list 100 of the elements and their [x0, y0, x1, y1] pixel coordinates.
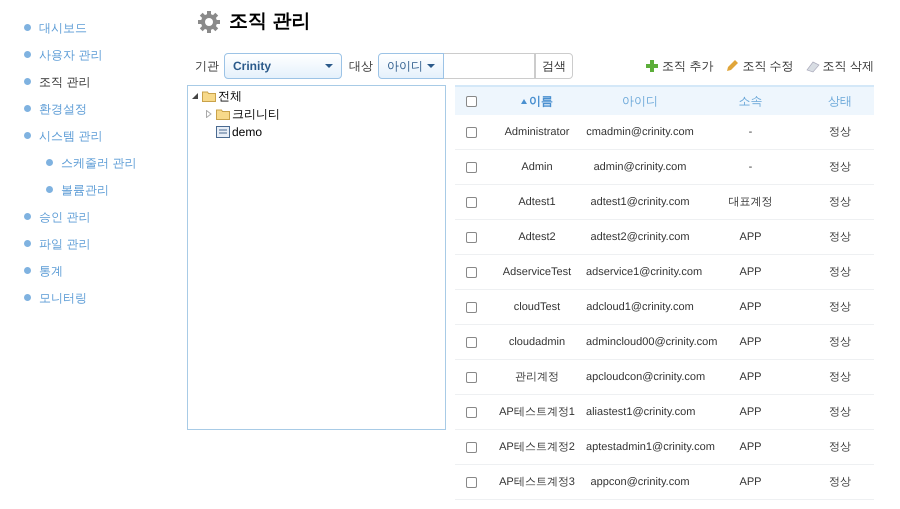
table-cell: - — [748, 160, 752, 173]
table-cell: aptestadmin1@crinity.com — [586, 440, 715, 453]
table-cell: adtest2@crinity.com — [590, 230, 690, 243]
table-cell: adcloud1@crinity.com — [586, 300, 694, 313]
checkbox[interactable] — [466, 406, 477, 418]
action-button[interactable]: 조직 삭제 — [806, 57, 874, 75]
checkbox[interactable] — [466, 336, 477, 348]
search-button[interactable]: 검색 — [535, 53, 573, 79]
table-cell: APP — [739, 230, 762, 243]
table-cell: 정상 — [829, 476, 851, 488]
column-header[interactable]: 상태 — [828, 92, 852, 110]
sidebar-item[interactable]: 사용자 관리 — [39, 46, 102, 64]
tree-item[interactable]: 전체 — [218, 87, 242, 105]
sidebar-item[interactable]: 모니터링 — [39, 288, 87, 306]
checkbox[interactable] — [466, 162, 477, 172]
list-icon — [216, 126, 230, 138]
table-cell: apcloudcon@crinity.com — [586, 370, 706, 383]
checkbox[interactable] — [466, 96, 477, 106]
sidebar-item[interactable]: 파일 관리 — [39, 234, 90, 252]
page-title: 조직 관리 — [229, 10, 310, 34]
checkbox[interactable] — [466, 266, 477, 278]
table-cell: Admin — [521, 160, 553, 173]
plus-icon — [644, 59, 659, 73]
table-cell: cloudTest — [514, 300, 560, 313]
eraser-icon — [806, 59, 820, 73]
table-cell: - — [748, 126, 752, 138]
table-cell: APP — [739, 370, 762, 383]
action-button[interactable]: 조직 수정 — [725, 57, 794, 75]
bullet-icon — [24, 267, 31, 274]
column-header[interactable]: 소속 — [738, 92, 762, 110]
sidebar-item[interactable]: 승인 관리 — [39, 208, 90, 226]
table-cell: cmadmin@crinity.com — [586, 126, 694, 138]
checkbox[interactable] — [466, 126, 477, 138]
folder-icon — [202, 90, 216, 102]
bullet-icon — [24, 24, 31, 31]
table-cell: APP — [739, 476, 762, 488]
checkbox[interactable] — [466, 476, 477, 488]
action-button[interactable]: 조직 추가 — [644, 57, 714, 75]
bullet-icon — [24, 240, 31, 247]
checkbox[interactable] — [466, 196, 477, 208]
tree-item[interactable]: demo — [232, 123, 262, 141]
table-cell: appcon@crinity.com — [590, 476, 690, 488]
table-cell: AP테스트계정1 — [499, 406, 575, 418]
sidebar-item[interactable]: 조직 관리 — [39, 72, 90, 90]
table-cell: APP — [739, 336, 762, 348]
sidebar-item[interactable]: 스케줄러 관리 — [61, 154, 136, 172]
table-cell: 정상 — [829, 336, 851, 348]
table-cell: aliastest1@crinity.com — [586, 406, 696, 418]
sort-arrow-icon — [521, 98, 527, 104]
table-cell: admin@crinity.com — [594, 160, 686, 173]
table-cell: Adtest2 — [518, 230, 556, 243]
bullet-icon — [46, 186, 53, 193]
table-cell: 정상 — [829, 230, 851, 243]
table-cell: admincloud00@crinity.com — [586, 336, 718, 348]
table-cell: adtest1@crinity.com — [590, 196, 690, 208]
org-dropdown[interactable]: Crinity — [224, 53, 342, 79]
table-cell: APP — [739, 440, 762, 453]
column-header[interactable]: 이름 — [529, 92, 553, 110]
table-cell: Adtest1 — [518, 196, 556, 208]
table-cell: 관리계정 — [515, 370, 559, 383]
table-cell: 정상 — [829, 370, 851, 383]
checkbox[interactable] — [466, 302, 477, 312]
table-cell: Administrator — [504, 126, 570, 138]
table-cell: 정상 — [829, 266, 851, 278]
sidebar-item[interactable]: 볼륨관리 — [61, 180, 109, 198]
table-cell: 정상 — [829, 160, 851, 173]
table-cell: 대표계정 — [728, 196, 772, 208]
folder-icon — [216, 108, 230, 120]
sidebar-item[interactable]: 시스템 관리 — [39, 126, 102, 144]
table-cell: 정상 — [829, 406, 851, 418]
bullet-icon — [24, 105, 31, 112]
target-dropdown[interactable]: 아이디 — [378, 53, 444, 79]
sidebar-item[interactable]: 환경설정 — [39, 100, 87, 118]
table-cell: 정상 — [829, 300, 851, 313]
table-cell: AdserviceTest — [502, 266, 572, 278]
sidebar-item[interactable]: 대시보드 — [39, 18, 87, 36]
sidebar-item[interactable]: 통계 — [39, 262, 63, 280]
bullet-icon — [24, 51, 31, 58]
tree-item[interactable]: 크리니티 — [232, 105, 280, 123]
column-header[interactable]: 아이디 — [622, 92, 658, 110]
target-label: 대상 — [349, 58, 373, 75]
checkbox[interactable] — [466, 442, 477, 452]
org-label: 기관 — [195, 58, 219, 75]
bullet-icon — [46, 159, 53, 166]
bullet-icon — [24, 78, 31, 85]
table-cell: AP테스트계정3 — [499, 476, 575, 488]
table-cell: 정상 — [829, 440, 851, 453]
bullet-icon — [24, 213, 31, 220]
table-cell: cloudadmin — [508, 336, 566, 348]
pencil-icon — [725, 59, 740, 73]
bullet-icon — [24, 294, 31, 301]
table-cell: AP테스트계정2 — [499, 440, 575, 453]
table-cell: APP — [739, 266, 762, 278]
table-cell: APP — [739, 406, 762, 418]
bullet-icon — [24, 132, 31, 139]
table-cell: adservice1@crinity.com — [586, 266, 702, 278]
checkbox[interactable] — [466, 232, 477, 242]
table-cell: APP — [739, 300, 762, 313]
checkbox[interactable] — [466, 372, 477, 382]
gear-icon — [197, 10, 221, 34]
